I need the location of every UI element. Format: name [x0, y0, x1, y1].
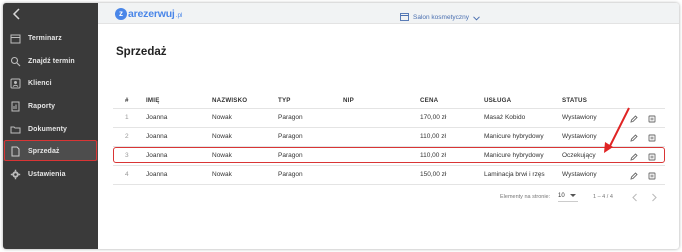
report-icon	[9, 100, 21, 112]
cell-number: 1	[125, 114, 129, 121]
logo-text: arezerwuj	[128, 7, 175, 20]
cell-nazwisko: Nowak	[212, 171, 232, 178]
edit-icon[interactable]	[630, 153, 638, 161]
search-icon	[9, 55, 21, 67]
logo-tld: .pl	[175, 11, 183, 19]
top-bar: z arezerwuj .pl Salon kosmetyczny	[98, 3, 679, 24]
salon-label: Salon kosmetyczny	[413, 13, 469, 21]
sidebar-item-znajdz-termin[interactable]: Znajdź termin	[3, 51, 98, 71]
cell-usluga: Masaż Kobido	[484, 114, 526, 121]
column-header-nip[interactable]: NIP	[343, 97, 354, 104]
cell-cena: 170,00 zł	[420, 114, 447, 121]
column-header-nazwisko[interactable]: NAZWISKO	[212, 97, 247, 104]
column-header-imie[interactable]: IMIĘ	[146, 97, 160, 104]
edit-icon[interactable]	[630, 172, 638, 180]
highlight-frame	[4, 140, 97, 161]
folder-icon	[9, 123, 21, 135]
calendar-icon	[400, 8, 409, 26]
sidebar-item-klienci[interactable]: Klienci	[3, 73, 98, 93]
chevron-down-icon	[569, 194, 576, 197]
users-icon	[9, 77, 21, 89]
page-title: Sprzedaż	[116, 46, 167, 58]
cell-status: Wystawiony	[562, 171, 597, 178]
cell-typ: Paragon	[278, 171, 303, 178]
page-size-label: Elementy na stronie:	[500, 194, 551, 200]
chevron-left-icon[interactable]	[10, 7, 24, 21]
receipt-icon[interactable]	[648, 172, 656, 180]
receipt-icon[interactable]	[648, 134, 656, 142]
page-range: 1 – 4 / 4	[593, 194, 613, 200]
cell-status: Wystawiony	[562, 114, 597, 121]
calendar-icon	[9, 32, 21, 44]
column-header-number[interactable]: #	[125, 97, 129, 104]
chevron-down-icon	[473, 8, 480, 26]
cell-typ: Paragon	[278, 114, 303, 121]
cell-cena: 110,00 zł	[420, 133, 446, 140]
page-size-select[interactable]: 10	[558, 191, 578, 202]
app-window: Terminarz Znajdź termin Klienci Raporty …	[3, 3, 679, 249]
column-header-usluga[interactable]: USŁUGA	[484, 97, 511, 104]
column-header-status[interactable]: STATUS	[562, 97, 587, 104]
logo-mark: z	[115, 7, 127, 20]
page-size-value: 10	[558, 193, 565, 199]
next-page-icon[interactable]	[650, 193, 658, 202]
cell-imie: Joanna	[146, 171, 168, 178]
sidebar-item-label: Raporty	[28, 102, 56, 110]
sidebar-item-ustawienia[interactable]: Ustawienia	[3, 164, 98, 184]
cell-number: 4	[125, 171, 129, 178]
cell-nazwisko: Nowak	[212, 114, 232, 121]
sidebar-item-label: Terminarz	[28, 34, 62, 42]
cell-typ: Paragon	[278, 133, 303, 140]
cell-usluga: Laminacja brwi i rzęs	[484, 171, 545, 178]
sidebar-item-label: Ustawienia	[28, 170, 66, 178]
row-divider	[113, 184, 665, 185]
receipt-icon[interactable]	[648, 153, 656, 161]
table-header-divider	[113, 108, 665, 109]
previous-page-icon[interactable]	[631, 193, 639, 202]
sidebar-item-label: Klienci	[28, 79, 52, 87]
receipt-icon[interactable]	[648, 115, 656, 123]
cell-imie: Joanna	[146, 114, 168, 121]
highlight-frame	[113, 147, 665, 163]
edit-icon[interactable]	[630, 115, 638, 123]
salon-selector[interactable]: Salon kosmetyczny	[400, 8, 480, 26]
brand-logo[interactable]: z arezerwuj .pl	[115, 6, 183, 21]
edit-icon[interactable]	[630, 134, 638, 142]
sidebar-item-raporty[interactable]: Raporty	[3, 96, 98, 116]
cell-imie: Joanna	[146, 133, 168, 140]
cell-number: 2	[125, 133, 129, 140]
sidebar-item-label: Dokumenty	[28, 125, 68, 133]
cell-cena: 150,00 zł	[420, 171, 447, 178]
column-header-typ[interactable]: TYP	[278, 97, 291, 104]
sidebar-item-terminarz[interactable]: Terminarz	[3, 28, 98, 48]
gear-icon	[9, 168, 21, 180]
sidebar: Terminarz Znajdź termin Klienci Raporty …	[3, 3, 98, 249]
cell-status: Wystawiony	[562, 133, 597, 140]
row-divider	[113, 127, 665, 128]
cell-nazwisko: Nowak	[212, 133, 232, 140]
sidebar-item-label: Znajdź termin	[28, 57, 75, 65]
row-divider	[113, 165, 665, 166]
sidebar-item-dokumenty[interactable]: Dokumenty	[3, 119, 98, 139]
cell-usluga: Manicure hybrydowy	[484, 133, 544, 140]
column-header-cena[interactable]: CENA	[420, 97, 438, 104]
